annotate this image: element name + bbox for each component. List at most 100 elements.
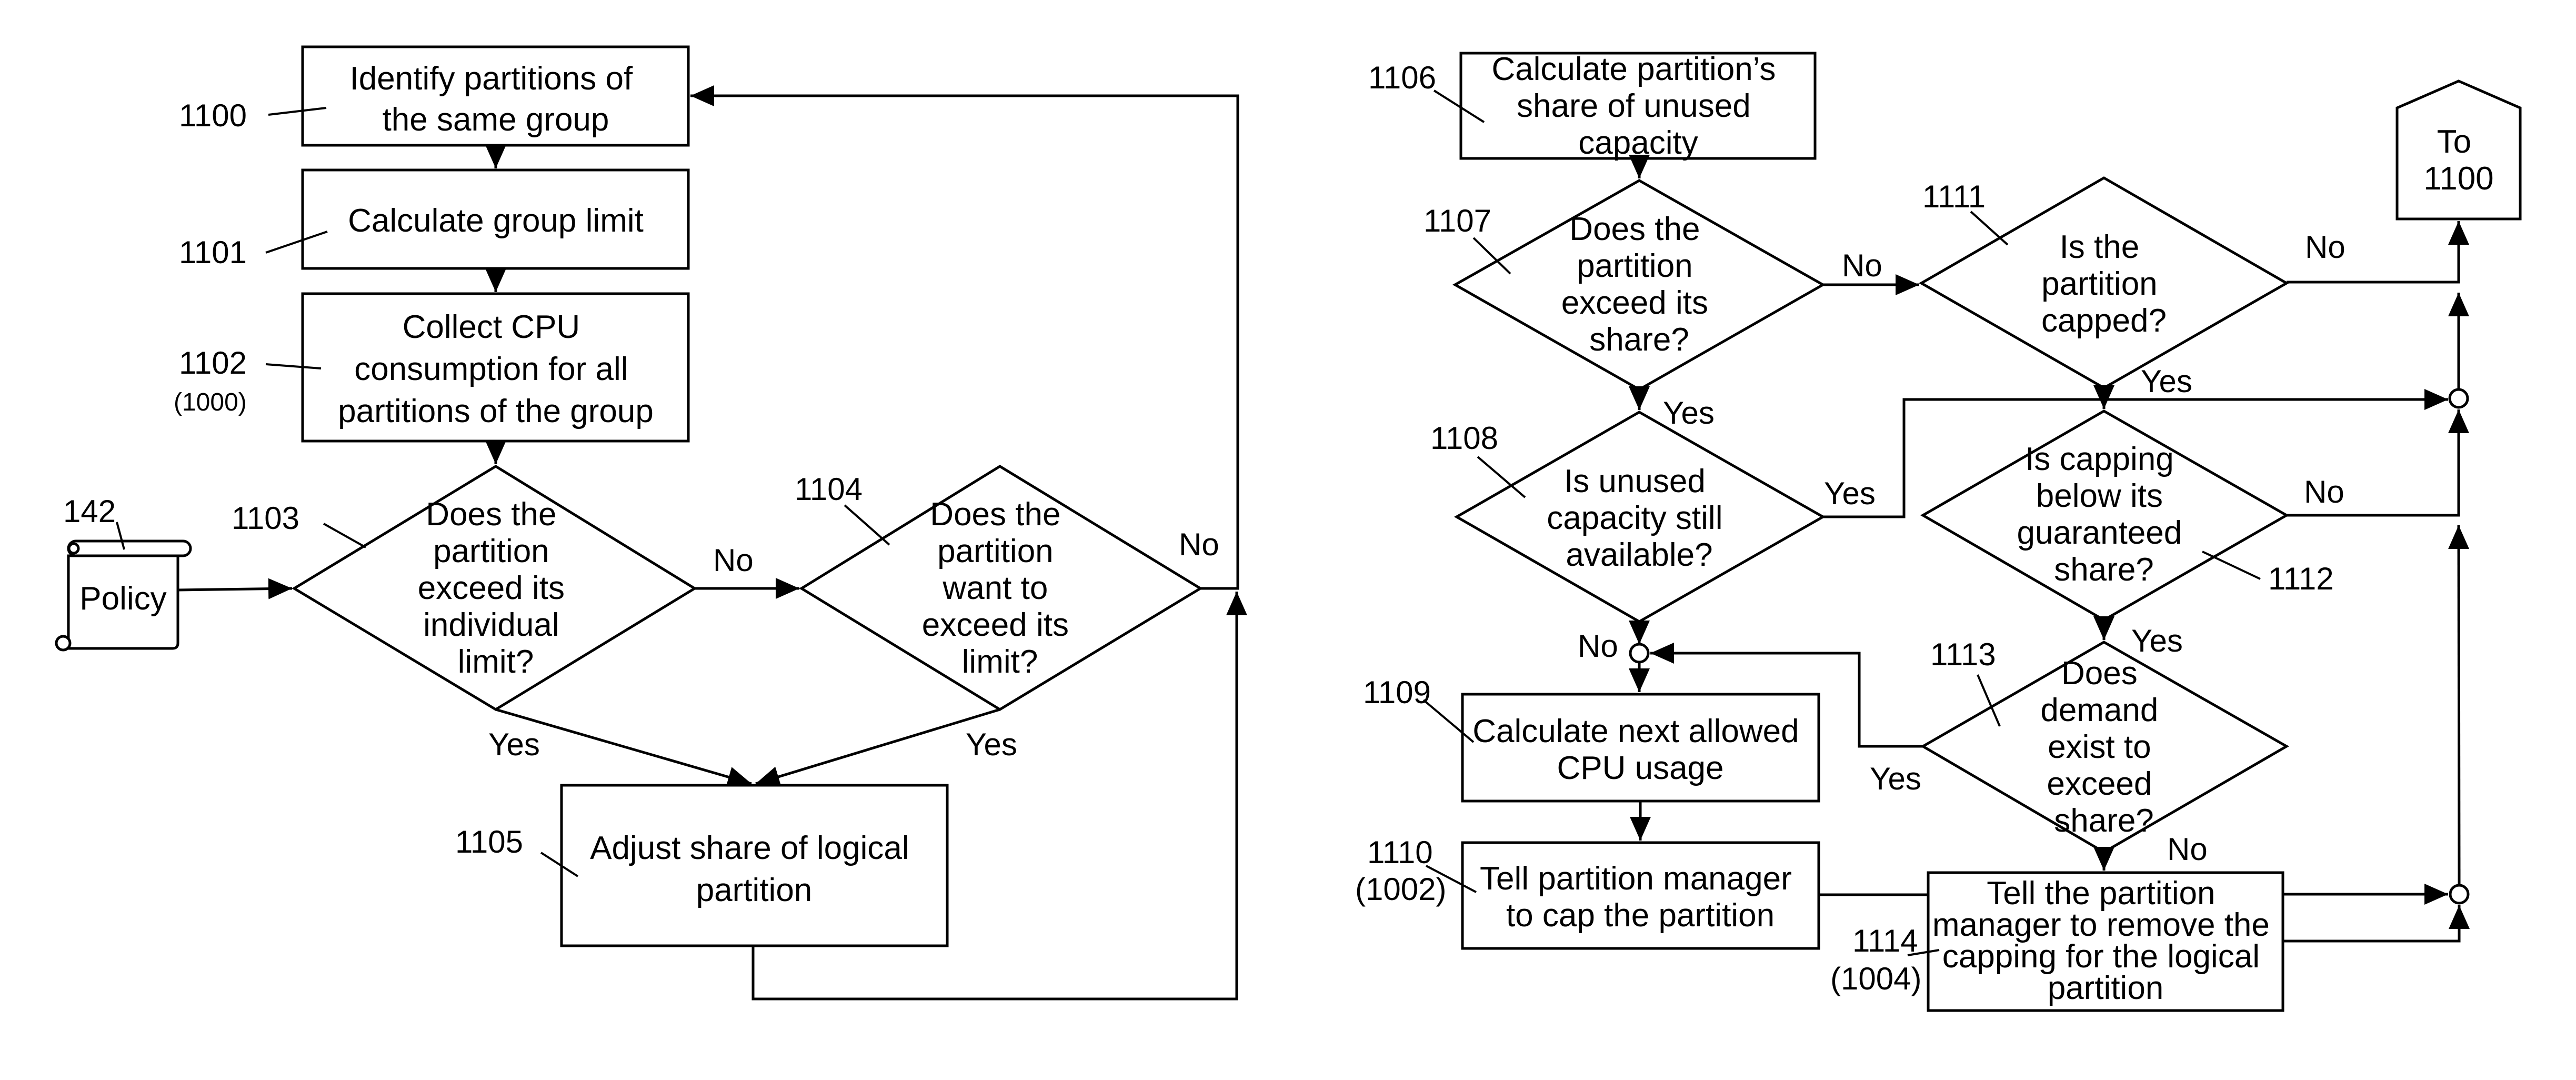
ref-label-1109: 1109	[1363, 675, 1431, 710]
leader-line	[323, 523, 366, 548]
ref-label-1105: 1105	[455, 824, 523, 859]
flowchart-canvas: Identify partitions of the same group 11…	[55, 45, 2522, 1012]
ref-label-142: 142	[63, 494, 116, 529]
node-1101-text: Calculate group limit	[348, 203, 644, 239]
node-line: limit?	[962, 644, 1038, 680]
edge-label-no: No	[1578, 628, 1618, 664]
node-line: available?	[1566, 537, 1712, 573]
right-flowchart: Calculate partition’s share of unused ca…	[1355, 51, 2522, 1012]
node-line: 1100	[2423, 161, 2493, 197]
node-line: exceed its	[418, 570, 565, 606]
ref-label-1104: 1104	[795, 472, 863, 507]
ref-label-1102: 1102	[179, 345, 247, 381]
ref-label-1107: 1107	[1424, 203, 1491, 238]
arrow-1114-junction-2	[2283, 905, 2470, 943]
node-line: capacity still	[1547, 500, 1722, 536]
node-line: Is capping	[2025, 441, 2174, 477]
edge-label-no: No	[1842, 248, 1882, 283]
node-line: exceed	[2047, 766, 2152, 802]
node-line: exceed its	[1561, 285, 1708, 321]
node-line: Is the	[2060, 229, 2140, 265]
node-line: share of unused	[1517, 88, 1751, 124]
junction-circle	[1629, 643, 1650, 664]
node-line: individual	[423, 607, 559, 643]
edge-label-no: No	[2167, 832, 2208, 867]
ref-label-1114: 1114	[1852, 923, 1918, 958]
ref-label-1100: 1100	[179, 98, 247, 133]
node-line: exceed its	[922, 607, 1069, 643]
node-line: want to	[942, 570, 1048, 606]
node-line: Calculate group limit	[348, 203, 644, 239]
policy-text: Policy	[79, 581, 166, 617]
node-1110-text: Tell partition manager to cap the partit…	[1480, 861, 1801, 934]
node-line: Calculate partition’s	[1491, 51, 1776, 87]
node-line: capacity	[1578, 125, 1698, 161]
leader-line	[1970, 211, 2009, 246]
node-line: Does the	[426, 496, 556, 533]
node-line: exist to	[2048, 729, 2151, 765]
edge-label-yes: Yes	[1663, 395, 1715, 431]
node-line: partition	[2048, 970, 2164, 1006]
node-line: partition	[433, 533, 549, 569]
node-line: CPU usage	[1557, 750, 1723, 786]
leader-line	[2202, 551, 2261, 580]
junction-circle	[2449, 884, 2470, 905]
node-line: partition	[1577, 248, 1693, 284]
node-line: the same group	[383, 102, 609, 138]
ref-label-1106: 1106	[1368, 60, 1436, 95]
ref-label-1113: 1113	[1930, 637, 1996, 672]
node-line: Calculate next allowed	[1472, 713, 1799, 749]
node-line: Tell partition manager	[1480, 861, 1792, 897]
node-line: partitions of the group	[338, 393, 654, 429]
node-line: Policy	[79, 581, 166, 617]
edge-label-no: No	[2305, 229, 2346, 265]
node-line: Does the	[930, 496, 1060, 533]
edge-label-yes: Yes	[488, 727, 540, 762]
node-line: partition	[937, 533, 1054, 569]
junction-circle	[2448, 388, 2469, 409]
edge-label-no: No	[2304, 474, 2344, 509]
node-line: share?	[1589, 322, 1689, 358]
node-line: below its	[2036, 478, 2163, 514]
node-line: Tell the partition	[1987, 875, 2215, 912]
node-line: Adjust share of logical	[590, 830, 909, 866]
arrow-policy-1103	[177, 578, 293, 599]
node-line: capping for the logical	[1942, 938, 2260, 975]
node-line: demand	[2040, 692, 2158, 728]
edge-label-yes: Yes	[1824, 476, 1876, 511]
node-line: share?	[2054, 803, 2154, 839]
node-line: consumption for all	[354, 351, 628, 387]
node-line: Does	[2061, 655, 2138, 692]
node-line: guaranteed	[2017, 515, 2182, 551]
node-line: manager to remove the	[1932, 907, 2270, 943]
node-line: Does the	[1569, 211, 1700, 247]
edge-label-yes: Yes	[966, 727, 1017, 762]
node-line: partition	[696, 872, 813, 908]
edge-label-yes: Yes	[2141, 364, 2192, 399]
node-1108-text: Is unused capacity still available?	[1547, 463, 1731, 573]
node-line: limit?	[458, 644, 534, 680]
node-line: capped?	[2041, 303, 2167, 339]
arrow-1104-yes	[755, 708, 1000, 787]
node-line: to cap the partition	[1506, 897, 1775, 934]
node-line: To	[2437, 124, 2471, 160]
ref-label-1112: 1112	[2268, 561, 2334, 596]
ref-sublabel-1002: (1002)	[1355, 872, 1446, 907]
edge-label-no: No	[1179, 527, 1219, 562]
left-flowchart: Identify partitions of the same group 11…	[55, 45, 1247, 1001]
ref-label-1101: 1101	[179, 235, 247, 270]
node-line: share?	[2054, 552, 2154, 588]
ref-label-1103: 1103	[232, 501, 299, 536]
ref-label-1108: 1108	[1430, 421, 1498, 456]
edge-label-yes: Yes	[2131, 623, 2183, 658]
node-line: partition	[2041, 266, 2158, 302]
node-line: Collect CPU	[403, 309, 580, 345]
node-1111-text: Is the partition capped?	[2041, 229, 2167, 339]
ref-sublabel-1000: (1000)	[174, 388, 247, 416]
node-line: Is unused	[1564, 463, 1706, 499]
ref-sublabel-1004: (1004)	[1830, 961, 1921, 996]
ref-label-1111: 1111	[1922, 179, 1986, 214]
ref-label-1110: 1110	[1367, 835, 1433, 870]
edge-label-no: No	[713, 543, 754, 578]
node-line: Identify partitions of	[350, 61, 633, 97]
